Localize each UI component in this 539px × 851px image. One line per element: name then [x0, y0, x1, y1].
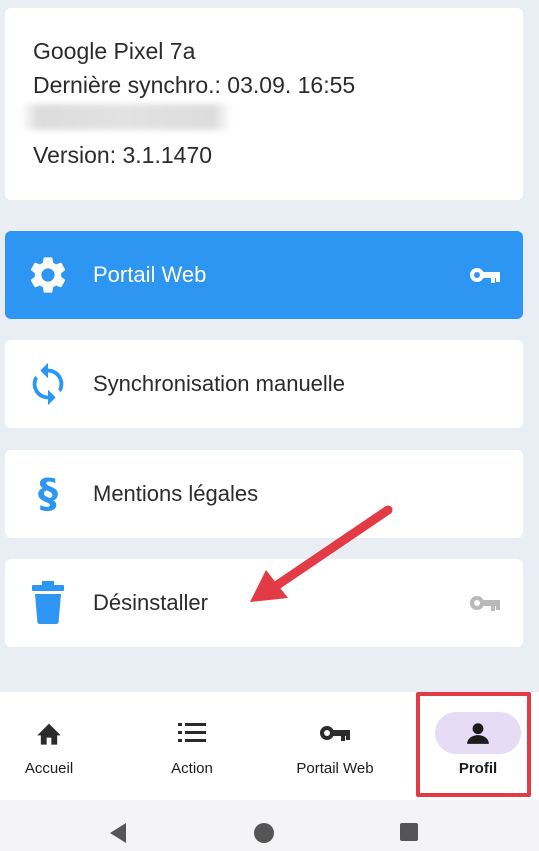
nav-label-profil: Profil [458, 760, 498, 777]
sync-icon [25, 361, 71, 407]
trash-icon [25, 580, 71, 626]
key-icon [469, 264, 501, 286]
uninstall-label: Désinstaller [93, 590, 208, 615]
section-sign-icon: § [38, 471, 58, 517]
system-navigation-bar [0, 800, 539, 851]
portal-web-button[interactable]: Portail Web [5, 231, 523, 319]
redacted-line [21, 104, 523, 138]
nav-item-action[interactable]: Action [143, 692, 241, 800]
key-icon [469, 592, 501, 614]
nav-label-action: Action [171, 760, 213, 777]
recents-icon[interactable] [399, 822, 419, 847]
key-icon [292, 712, 378, 754]
home-icon [6, 712, 92, 754]
nav-item-portail-web[interactable]: Portail Web [275, 692, 395, 800]
list-icon [149, 712, 235, 754]
person-icon [435, 712, 521, 754]
portal-web-label: Portail Web [93, 262, 207, 287]
legal-notice-label: Mentions légales [93, 481, 259, 506]
gear-icon [25, 252, 71, 298]
uninstall-button[interactable]: Désinstaller [5, 559, 523, 647]
legal-notice-button[interactable]: § Mentions légales [5, 450, 523, 538]
last-sync-text: Dernière synchro.: 03.09. 16:55 [33, 72, 356, 98]
nav-item-accueil[interactable]: Accueil [0, 692, 98, 800]
bottom-navigation: Accueil Action Portail Web Profil [0, 692, 539, 800]
manual-sync-button[interactable]: Synchronisation manuelle [5, 340, 523, 428]
nav-label-portail-web: Portail Web [296, 760, 374, 777]
nav-item-profil[interactable]: Profil [428, 692, 528, 800]
version-text: Version: 3.1.1470 [33, 142, 213, 168]
home-button-icon[interactable] [253, 822, 275, 849]
nav-label-accueil: Accueil [24, 760, 74, 777]
back-icon[interactable] [108, 822, 128, 849]
device-name: Google Pixel 7a [33, 38, 196, 64]
manual-sync-label: Synchronisation manuelle [93, 371, 345, 396]
device-info-card: Google Pixel 7a Dernière synchro.: 03.09… [5, 8, 523, 200]
